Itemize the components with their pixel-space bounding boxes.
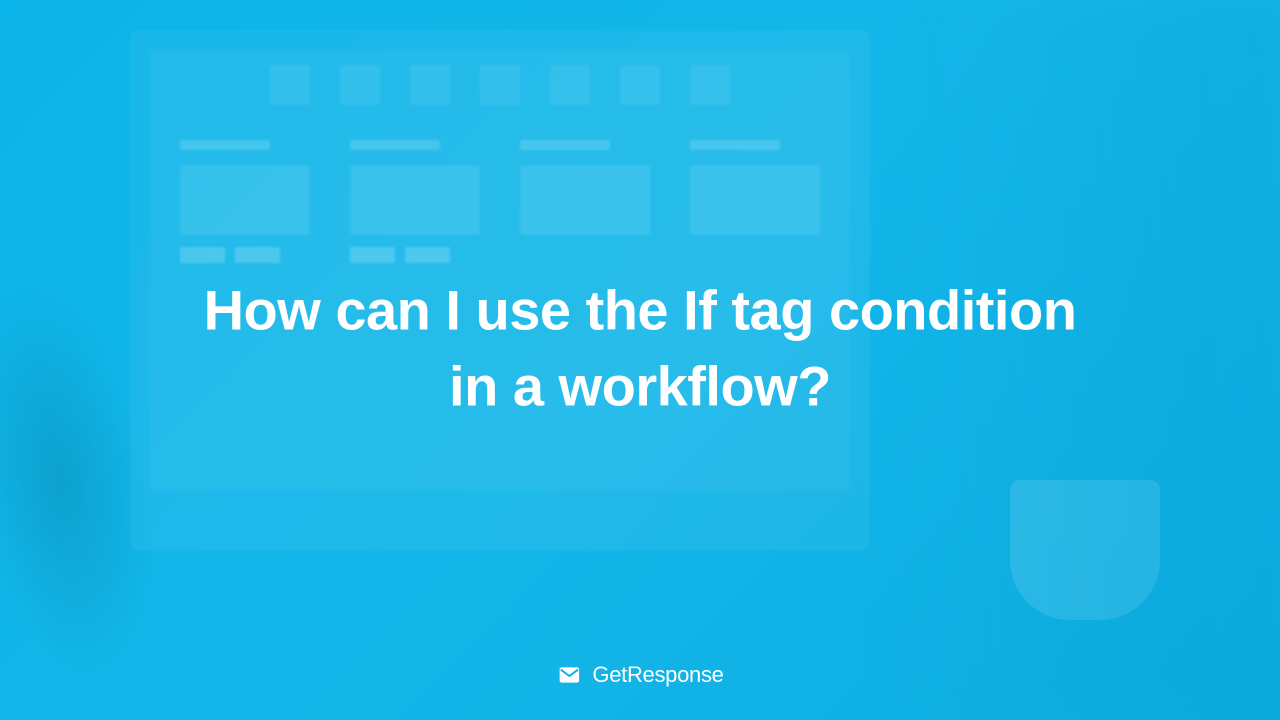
title-line-2: in a workflow? <box>449 354 831 417</box>
brand-logo: GetResponse <box>556 662 723 688</box>
envelope-icon <box>556 662 582 688</box>
page-title: How can I use the If tag condition in a … <box>64 272 1216 423</box>
title-line-1: How can I use the If tag condition <box>204 278 1077 341</box>
brand-name: GetResponse <box>592 662 723 688</box>
